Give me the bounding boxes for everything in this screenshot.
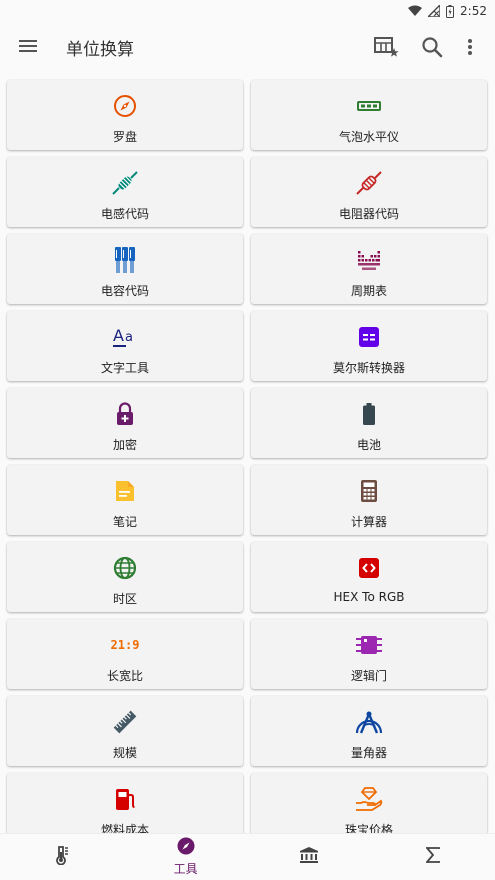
tool-label: HEX To RGB	[333, 590, 405, 604]
tool-label: 莫尔斯转换器	[332, 361, 405, 375]
tool-label: 电池	[356, 438, 381, 452]
code-icon	[251, 554, 487, 582]
aspect-ratio-icon: 21:9	[7, 631, 243, 659]
nav-item-tools[interactable]: 工具	[124, 834, 248, 880]
tool-label: 文字工具	[100, 361, 149, 375]
tool-card-text-tool[interactable]: Aa 文字工具	[7, 311, 243, 381]
app-bar: 单位换算	[0, 22, 495, 72]
jewelry-icon	[251, 785, 487, 813]
tool-card-timezone[interactable]: 时区	[7, 542, 243, 612]
morse-converter-icon	[251, 323, 487, 351]
more-options-icon[interactable]	[456, 33, 484, 61]
ruler-icon	[7, 708, 243, 736]
status-bar: 2:52	[0, 0, 495, 22]
sigma-icon	[425, 846, 441, 867]
tool-label: 电感代码	[100, 207, 149, 221]
tool-card-aspect-ratio[interactable]: 21:9 长宽比	[7, 619, 243, 689]
tool-label: 电阻器代码	[338, 207, 399, 221]
tool-card-capacitor[interactable]: 电容代码	[7, 234, 243, 304]
nav-item-math[interactable]	[371, 834, 495, 880]
calculator-icon	[251, 477, 487, 505]
tool-label: 罗盘	[112, 130, 137, 144]
tool-label: 燃料成本	[100, 823, 149, 833]
resistor-icon	[251, 169, 487, 197]
compass-icon	[7, 92, 243, 120]
bubble-level-icon	[251, 92, 487, 120]
nav-item-finance[interactable]	[248, 834, 372, 880]
tool-card-jewelry-price[interactable]: 珠宝价格	[251, 773, 487, 833]
thermometer-icon	[53, 845, 71, 869]
tool-label: 珠宝价格	[344, 823, 393, 833]
status-time: 2:52	[460, 4, 487, 18]
wifi-icon	[408, 5, 423, 17]
tool-card-morse[interactable]: 莫尔斯转换器	[251, 311, 487, 381]
bottom-navigation: 工具	[0, 833, 495, 880]
compass-icon	[177, 837, 195, 859]
tool-card-protractor[interactable]: 量角器	[251, 696, 487, 766]
tool-label: 气泡水平仪	[338, 130, 399, 144]
protractor-icon	[251, 708, 487, 736]
svg-text:A: A	[113, 326, 124, 345]
tool-card-compass[interactable]: 罗盘	[7, 80, 243, 150]
tool-label: 长宽比	[106, 669, 143, 683]
chip-icon	[251, 631, 487, 659]
tool-card-periodic-table[interactable]: 周期表	[251, 234, 487, 304]
tool-card-inductor[interactable]: 电感代码	[7, 157, 243, 227]
search-icon[interactable]	[418, 33, 446, 61]
tool-label: 规模	[112, 746, 137, 760]
svg-text:a: a	[125, 330, 133, 345]
menu-icon[interactable]	[14, 34, 42, 58]
tool-label: 周期表	[350, 284, 387, 298]
periodic-table-icon	[251, 246, 487, 274]
no-signal-icon	[428, 5, 441, 17]
text-tool-icon: Aa	[7, 323, 243, 351]
tool-label: 电容代码	[100, 284, 149, 298]
tool-card-encrypt[interactable]: 加密	[7, 388, 243, 458]
tool-card-scale[interactable]: 规模	[7, 696, 243, 766]
lock-icon	[7, 400, 243, 428]
aspect-ratio-icon-text: 21:9	[110, 638, 140, 652]
capacitor-icon	[7, 246, 243, 274]
tool-label: 逻辑门	[350, 669, 387, 683]
favorite-grid-icon[interactable]	[372, 33, 400, 61]
tool-card-logic-gates[interactable]: 逻辑门	[251, 619, 487, 689]
note-icon	[7, 477, 243, 505]
battery-status-icon	[446, 4, 455, 18]
page-title: 单位换算	[66, 40, 134, 60]
tool-label: 计算器	[350, 515, 387, 529]
inductor-icon	[7, 169, 243, 197]
tool-card-hex-rgb[interactable]: HEX To RGB	[251, 542, 487, 612]
nav-label: 工具	[173, 862, 198, 876]
tool-card-resistor[interactable]: 电阻器代码	[251, 157, 487, 227]
tool-label: 笔记	[112, 515, 137, 529]
tool-card-battery[interactable]: 电池	[251, 388, 487, 458]
tool-card-notes[interactable]: 笔记	[7, 465, 243, 535]
fuel-icon	[7, 785, 243, 813]
tool-label: 时区	[112, 592, 137, 606]
tool-card-calculator[interactable]: 计算器	[251, 465, 487, 535]
tool-label: 量角器	[350, 746, 387, 760]
tool-card-bubble-level[interactable]: 气泡水平仪	[251, 80, 487, 150]
globe-icon	[7, 554, 243, 582]
tools-grid: 罗盘 气泡水平仪 电感代码 电阻器代码 电容代码 周期表 Aa 文字工具 莫尔斯…	[0, 78, 495, 833]
nav-item-converter[interactable]	[0, 834, 124, 880]
tool-card-fuel-cost[interactable]: 燃料成本	[7, 773, 243, 833]
battery-icon	[251, 400, 487, 428]
bank-icon	[299, 846, 319, 868]
tool-label: 加密	[112, 438, 137, 452]
